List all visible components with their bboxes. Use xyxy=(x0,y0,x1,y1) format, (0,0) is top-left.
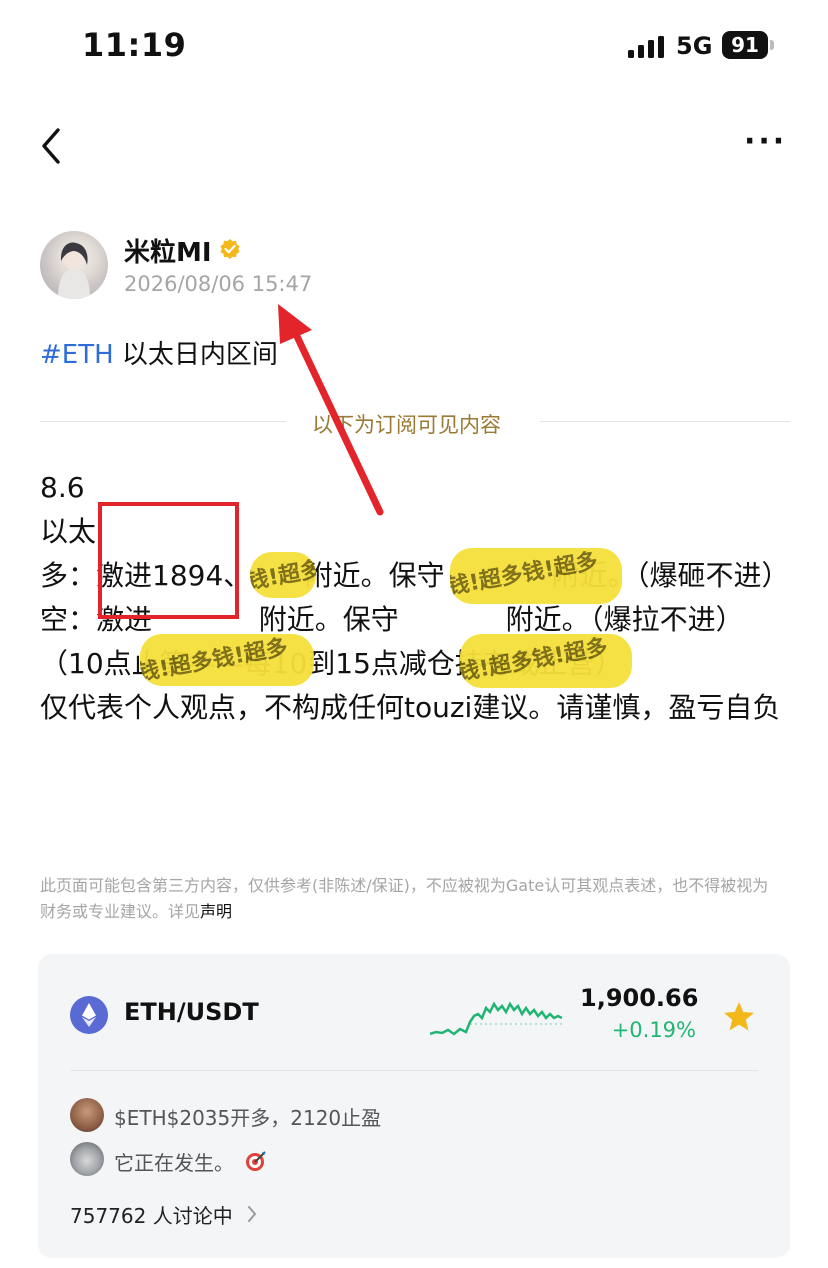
disclaimer: 此页面可能包含第三方内容，仅供参考(非陈述/保证)，不应被视为Gate认可其观点… xyxy=(40,873,780,925)
eth-icon xyxy=(70,996,108,1034)
divider-right xyxy=(540,421,790,422)
annotation-arrow xyxy=(278,304,384,516)
post-date: 2026/08/06 15:47 xyxy=(124,272,313,296)
author-avatar[interactable] xyxy=(40,231,108,299)
avatar-illustration xyxy=(58,242,90,299)
comment-avatar[interactable] xyxy=(70,1098,104,1132)
comment-text[interactable]: $ETH$2035开多，2120止盈 xyxy=(114,1102,381,1131)
post-title: #ETH 以太日内区间 xyxy=(40,334,278,371)
disclaimer-text: 此页面可能包含第三方内容，仅供参考(非陈述/保证)，不应被视为Gate认可其观点… xyxy=(40,876,769,921)
verified-icon xyxy=(220,239,240,259)
redaction-scribble: 钱!超多钱!超多 xyxy=(250,552,316,598)
author-name[interactable]: 米粒MI xyxy=(124,232,212,269)
annotation-box xyxy=(98,502,239,619)
disclaimer-link[interactable]: 声明 xyxy=(200,902,232,921)
body-line: 仅代表个人观点，不构成任何touzi建议。请谨慎，盈亏自负 xyxy=(40,691,781,724)
chevron-right-icon[interactable] xyxy=(246,1204,258,1224)
discussion-count[interactable]: 757762 人讨论中 xyxy=(70,1200,233,1229)
card-divider xyxy=(70,1070,758,1071)
price-change: +0.19% xyxy=(611,1018,696,1042)
divider-left xyxy=(40,421,286,422)
network-type: 5G xyxy=(676,32,713,60)
back-icon[interactable] xyxy=(36,124,70,168)
comment-avatar[interactable] xyxy=(70,1142,104,1176)
hashtag-link[interactable]: #ETH xyxy=(40,340,114,370)
redaction-scribble: 钱!超多钱!超多 xyxy=(460,634,632,688)
last-price: 1,900.66 xyxy=(580,984,699,1012)
battery-indicator: 91 xyxy=(722,31,768,59)
price-sparkline xyxy=(430,1001,562,1036)
more-icon[interactable]: ··· xyxy=(744,127,788,157)
redaction-scribble: 钱!超多钱!超多 xyxy=(450,548,622,604)
trading-pair[interactable]: ETH/USDT xyxy=(124,998,259,1026)
signal-icon xyxy=(628,36,664,58)
target-icon xyxy=(246,1151,266,1171)
redaction-scribble: 钱!超多钱!超多 xyxy=(140,634,314,686)
status-time: 11:19 xyxy=(82,26,187,64)
battery-nub xyxy=(770,40,774,50)
comment-text[interactable]: 它正在发生。 xyxy=(114,1147,234,1176)
star-icon[interactable] xyxy=(722,1000,756,1034)
post-title-text: 以太日内区间 xyxy=(121,340,278,370)
